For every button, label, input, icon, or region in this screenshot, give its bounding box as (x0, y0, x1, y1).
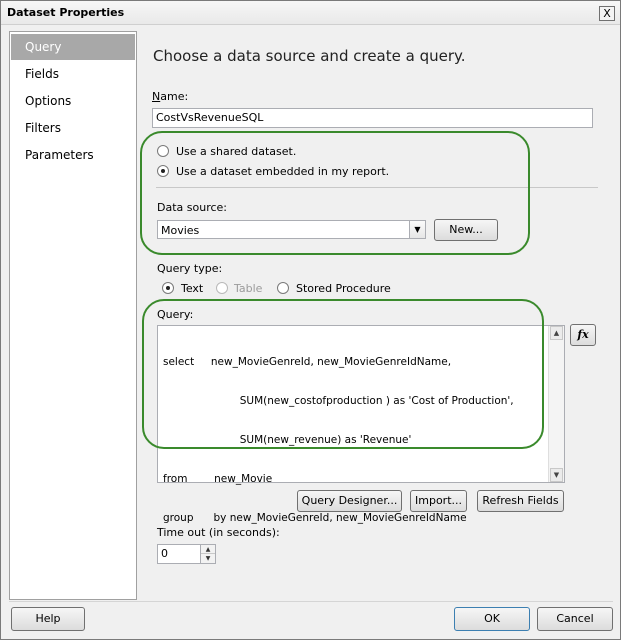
page-title: Choose a data source and create a query. (153, 47, 466, 65)
sidebar: Query Fields Options Filters Parameters (9, 31, 137, 600)
spin-down-icon[interactable]: ▼ (201, 554, 215, 563)
query-type-text-radio[interactable] (162, 282, 174, 294)
dataset-properties-dialog: Dataset Properties X Query Fields Option… (0, 0, 621, 640)
sidebar-item-parameters[interactable]: Parameters (11, 142, 135, 168)
query-type-text-label: Text (181, 282, 204, 295)
query-scrollbar[interactable]: ▲ ▼ (548, 326, 564, 482)
shared-dataset-radio[interactable] (157, 145, 169, 157)
sidebar-item-options[interactable]: Options (11, 88, 135, 114)
expression-button[interactable]: fx (570, 324, 596, 346)
embedded-dataset-radio[interactable] (157, 165, 169, 177)
title-bar: Dataset Properties X (1, 1, 620, 25)
footer-divider (9, 601, 613, 602)
spin-up-icon[interactable]: ▲ (201, 545, 215, 554)
chevron-down-icon[interactable]: ▼ (409, 221, 425, 238)
timeout-label: Time out (in seconds): (157, 526, 280, 539)
query-label: Query: (157, 308, 194, 321)
sidebar-item-query[interactable]: Query (11, 34, 135, 60)
timeout-stepper[interactable]: 0 ▲ ▼ (157, 544, 216, 564)
query-panel: Choose a data source and create a query.… (138, 31, 614, 600)
timeout-spin-buttons[interactable]: ▲ ▼ (200, 545, 215, 563)
query-text: select new_MovieGenreId, new_MovieGenreI… (163, 356, 514, 524)
import-button[interactable]: Import... (410, 490, 467, 512)
query-type-table-label: Table (234, 282, 263, 295)
query-type-sp-radio[interactable] (277, 282, 289, 294)
embedded-dataset-label: Use a dataset embedded in my report. (176, 165, 390, 178)
close-button[interactable]: X (599, 6, 615, 21)
query-type-label: Query type: (157, 262, 223, 275)
scroll-up-icon[interactable]: ▲ (550, 326, 563, 340)
cancel-button[interactable]: Cancel (537, 607, 613, 631)
sidebar-item-filters[interactable]: Filters (11, 115, 135, 141)
scroll-down-icon[interactable]: ▼ (550, 468, 563, 482)
data-source-select[interactable]: Movies ▼ (157, 220, 426, 239)
close-icon: X (603, 7, 611, 20)
name-label: Name: (152, 90, 189, 103)
new-data-source-button[interactable]: New... (434, 219, 498, 241)
query-designer-button[interactable]: Query Designer... (297, 490, 402, 512)
ok-button[interactable]: OK (454, 607, 530, 631)
window-title: Dataset Properties (7, 6, 125, 19)
help-button[interactable]: Help (11, 607, 85, 631)
data-source-value: Movies (161, 224, 200, 237)
query-type-sp-label: Stored Procedure (296, 282, 391, 295)
timeout-value: 0 (161, 547, 168, 560)
shared-dataset-label: Use a shared dataset. (176, 145, 297, 158)
sidebar-item-fields[interactable]: Fields (11, 61, 135, 87)
section-divider (156, 187, 598, 188)
data-source-label: Data source: (157, 201, 227, 214)
query-type-table-radio (216, 282, 228, 294)
name-field[interactable]: CostVsRevenueSQL (152, 108, 593, 128)
query-editor[interactable]: select new_MovieGenreId, new_MovieGenreI… (157, 325, 565, 524)
refresh-fields-button[interactable]: Refresh Fields (477, 490, 564, 512)
